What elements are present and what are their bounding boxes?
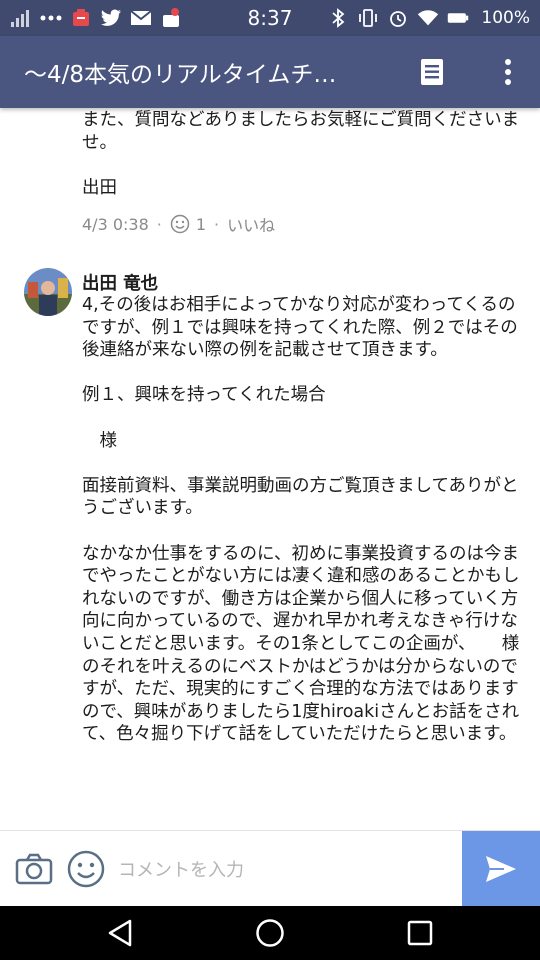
message-body: また、質問などありましたらお気軽にご質問くださいませ。 出田 xyxy=(82,110,520,198)
comment-input[interactable] xyxy=(116,851,450,889)
page-title: 〜4/8本気のリアルタイムチ… xyxy=(24,62,337,88)
store-icon xyxy=(160,7,182,29)
message-body: 4,その後はお相手によってかなり対応が変わってくるのですが、例１では興味を持って… xyxy=(82,295,520,745)
message-meta: 4/3 0:38 · 1 · いいね xyxy=(82,212,275,236)
battery-icon xyxy=(447,7,469,29)
author-name[interactable]: 出田 竜也 xyxy=(82,270,158,295)
reaction-count: 1 xyxy=(195,214,207,234)
separator-dot: · xyxy=(156,214,162,234)
mail-icon xyxy=(130,7,152,29)
back-icon[interactable] xyxy=(102,915,138,951)
comment-bar xyxy=(0,830,540,907)
emoji-icon[interactable] xyxy=(66,849,106,889)
home-icon[interactable] xyxy=(252,915,288,951)
vibrate-icon xyxy=(357,7,379,29)
navigation-bar xyxy=(0,906,540,960)
separator-dot: · xyxy=(214,214,220,234)
app-bar: 〜4/8本気のリアルタイムチ… xyxy=(0,36,540,108)
wifi-icon xyxy=(417,7,439,29)
smiley-icon xyxy=(170,214,190,234)
more-vertical-icon[interactable] xyxy=(490,54,526,90)
signal-icon xyxy=(10,7,32,29)
recent-apps-icon[interactable] xyxy=(402,915,438,951)
reaction-button[interactable]: 1 xyxy=(170,214,206,234)
app-notification-icon xyxy=(70,7,92,29)
like-button[interactable]: いいね xyxy=(227,212,275,236)
status-bar: 8:37 100% xyxy=(0,0,540,36)
thread-content[interactable]: また、質問などありましたらお気軽にご質問くださいませ。 出田 4/3 0:38 … xyxy=(0,108,540,830)
send-icon[interactable] xyxy=(462,831,540,907)
note-icon[interactable] xyxy=(414,54,450,90)
twitter-icon xyxy=(100,7,122,29)
alarm-icon xyxy=(387,7,409,29)
battery-percent: 100% xyxy=(481,8,530,28)
message-timestamp: 4/3 0:38 xyxy=(82,214,149,234)
avatar[interactable] xyxy=(24,268,72,316)
status-right-icons: 100% xyxy=(327,7,530,29)
status-left-icons xyxy=(10,7,182,29)
bluetooth-icon xyxy=(327,7,349,29)
camera-icon[interactable] xyxy=(14,849,54,889)
more-dots-icon xyxy=(40,7,62,29)
